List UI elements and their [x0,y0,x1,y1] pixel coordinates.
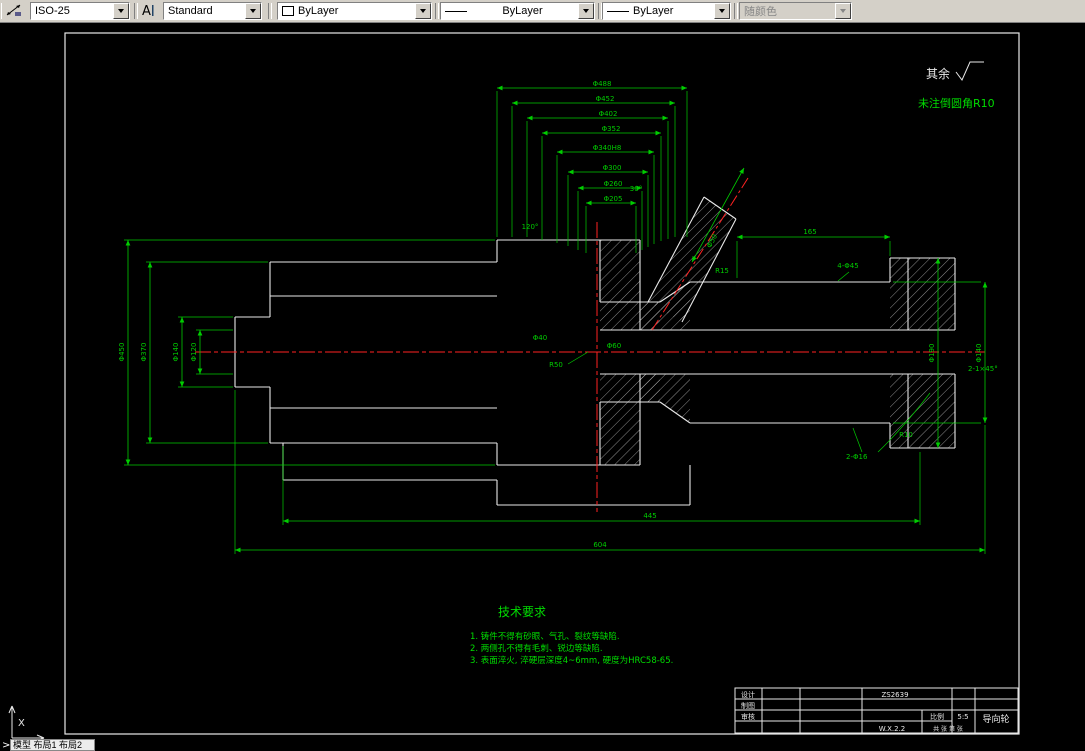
tb-draft-label: 制图 [741,701,755,710]
dim-label: R50 [549,361,563,369]
tech-line: 1. 铸件不得有砂眼、气孔、裂纹等缺陷. [470,631,620,642]
linetype-dropdown-arrow[interactable] [578,3,594,19]
ucs-icon: X [8,705,45,742]
tb-part-name: 导向轮 [982,713,1009,725]
dim-label: Φ450 [118,343,126,362]
dim-label: Φ205 [604,195,623,203]
tb-check-label: 审核 [741,712,755,721]
lineweight-dropdown-arrow[interactable] [714,3,730,19]
title-block: 设计 制图 审核 ZS2639 比例 5:5 导向轮 W.X.2.2 共 张 第… [734,687,1019,734]
dim-label: 165 [803,228,816,236]
dim-label: 604 [593,541,607,549]
dim-label: Φ370 [140,343,148,362]
toolbar-separator [435,3,439,19]
tb-design-label: 设计 [741,690,755,699]
color-combo[interactable]: ByLayer [277,2,432,20]
plot-style-combo: 随颜色 [739,2,852,20]
tech-line: 3. 表面淬火, 淬硬层深度4~6mm, 硬度为HRC58-65. [470,655,673,666]
dim-label: 2-Φ16 [846,453,868,461]
plot-style-dropdown-arrow [835,3,851,19]
linetype-combo[interactable]: ByLayer [440,2,595,20]
dim-label: Φ40 [533,334,547,342]
lineweight-combo[interactable]: ByLayer [602,2,731,20]
text-style-value: Standard [168,5,213,17]
plot-style-value: 随颜色 [744,6,777,18]
svg-text:A: A [142,4,151,18]
properties-toolbar: ISO-25 A Standard ByLayer ByLayer ByLaye… [0,0,1085,23]
dim-label: Φ260 [604,180,623,188]
toolbar-separator [268,3,272,19]
corner-notes: 其余 未注倒圆角R10 [918,61,995,110]
tb-sheet-info: 共 张 第 张 [933,725,963,733]
dim-style-dropdown-arrow[interactable] [113,3,129,19]
lineweight-sample [607,10,629,12]
layout-tabs-text[interactable]: 模型 布局1 布局2 [13,740,82,750]
tech-requirements: 技术要求 1. 铸件不得有砂眼、气孔、裂纹等缺陷. 2. 两侧孔不得有毛刺、锐边… [470,605,673,666]
text-style-dropdown-arrow[interactable] [245,3,261,19]
drawing-canvas[interactable]: Φ488 Φ452 Φ402 Φ352 Φ340H8 Φ300 Φ260 Φ20… [0,0,1085,751]
dim-label: Φ140 [172,343,180,362]
layout-tabs[interactable]: 模型 布局1 布局2 [10,739,95,751]
dim-label: 445 [643,512,656,520]
dimension-texts: Φ488 Φ452 Φ402 Φ352 Φ340H8 Φ300 Φ260 Φ20… [118,80,998,549]
surface-roughness-icon [955,61,984,81]
dimension-extension-lines [124,91,986,554]
color-swatch [282,6,294,16]
dim-style-value: ISO-25 [35,5,70,17]
linetype-sample [445,10,467,12]
text-style-icon[interactable]: A [139,2,163,21]
fillet-note: 未注倒圆角R10 [918,96,995,110]
toolbar-separator [734,3,738,19]
centerlines [195,177,985,512]
dim-label: Φ190 [928,344,936,363]
color-dropdown-arrow[interactable] [415,3,431,19]
dim-label: 120° [522,223,539,231]
tb-scale-label: 比例 [930,712,944,721]
dim-style-combo[interactable]: ISO-25 [30,2,130,20]
color-value: ByLayer [298,5,339,17]
tech-title: 技术要求 [498,605,546,619]
dim-label: Φ140 [975,344,983,363]
toolbar-separator [134,3,138,19]
dimension-lines [125,85,988,553]
dim-label: R10 [899,431,913,439]
dim-label: 4-Φ45 [837,262,858,270]
dim-label: R15 [715,267,729,275]
dim-style-icon[interactable] [5,2,29,21]
dim-label: Φ452 [596,95,615,103]
tb-scale-value: 5:5 [957,713,968,721]
dim-label: 2-1×45° [968,365,998,373]
tb-part-code: ZS2639 [881,691,908,699]
dim-label: 30° [630,185,642,193]
dim-label: Φ60 [607,342,621,350]
dim-label: Φ352 [602,125,621,133]
tech-line: 2. 两侧孔不得有毛刺、锐边等缺陷. [470,643,603,654]
text-style-combo[interactable]: Standard [163,2,262,20]
tb-drawing-number: W.X.2.2 [879,725,906,733]
lineweight-value: ByLayer [633,5,674,17]
rest-note: 其余 [926,66,950,81]
dim-label: Φ402 [599,110,618,118]
dim-label: Φ120 [190,343,198,362]
dim-label: Φ488 [593,80,612,88]
ucs-x-label: X [18,718,25,729]
dim-label: Φ300 [603,164,622,172]
linetype-value: ByLayer [502,5,543,17]
dim-label: Φ340H8 [593,144,622,152]
